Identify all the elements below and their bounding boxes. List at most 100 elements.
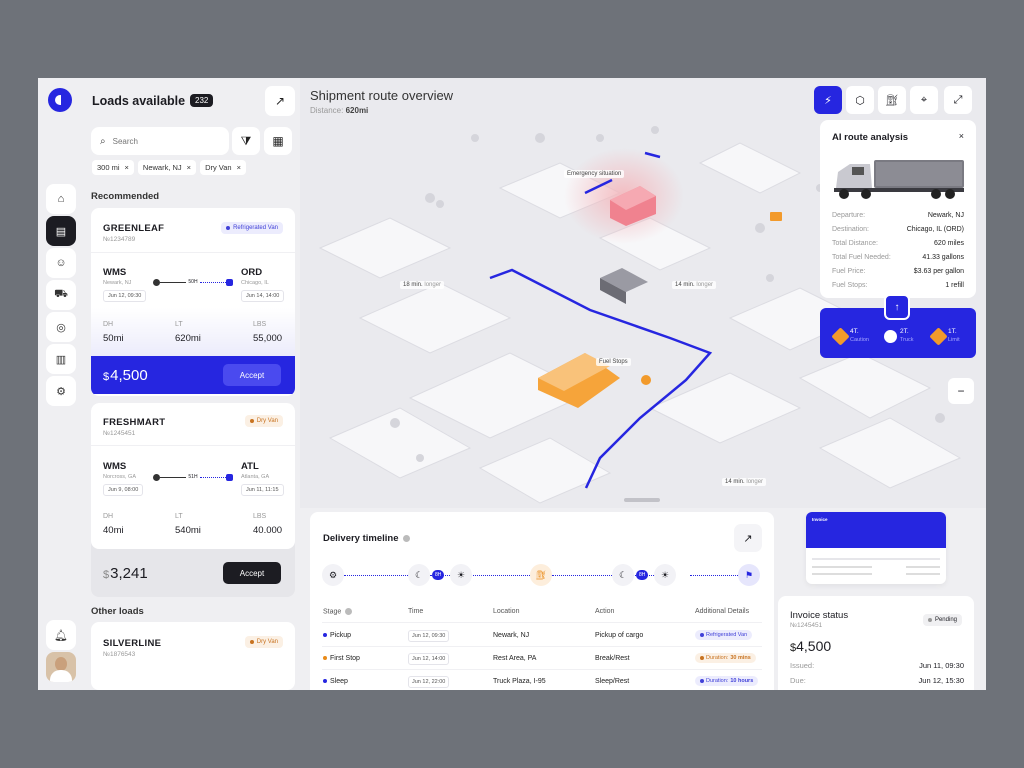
app-window: Loads available 232 ↗ ⌂ ▤ ☺ ⛟ ◎ ▥ ⚙ 🔔︎ ⌕… <box>38 78 986 690</box>
filter-button[interactable]: ⧩ <box>232 127 260 155</box>
accept-button[interactable]: Accept <box>223 562 281 584</box>
ai-row: Total Fuel Needed: 41.33 gallons <box>832 254 964 261</box>
time-cell: Jun 12, 14:00 <box>408 653 450 665</box>
calendar-button[interactable]: ▦ <box>264 127 292 155</box>
nav-home[interactable]: ⌂ <box>46 184 76 214</box>
load-card-silverline[interactable]: SILVERLINE №1876543 Dry Van <box>91 622 295 690</box>
nav-drivers[interactable]: ◎ <box>46 312 76 342</box>
lbs-value: 40.000 <box>253 525 283 536</box>
nav-settings[interactable]: ⚙ <box>46 376 76 406</box>
timeline-title: Delivery timeline <box>323 533 410 544</box>
stage-cell: Pickup <box>323 632 351 639</box>
nav-users[interactable]: ☺ <box>46 248 76 278</box>
load-number: №1876543 <box>103 651 136 658</box>
filter-icon: ⧩ <box>240 133 252 148</box>
invoice-status-panel: Invoice status №1245451 Pending $4,500 I… <box>778 596 974 690</box>
ai-row: Destination: Chicago, IL (ORD) <box>832 226 964 233</box>
destination-date: Jun 11, 11:15 <box>241 484 284 496</box>
day-node: ☀ <box>654 564 676 586</box>
filter-chips: 300 mi × Newark, NJ × Dry Van × <box>92 160 246 175</box>
delivery-timeline-panel: Delivery timeline ↗ ⚙ ☾ 8H ☀ ⛽︎ ☾ 8H ☀ ⚑… <box>310 512 774 690</box>
logo <box>48 88 72 112</box>
search-input[interactable] <box>112 136 213 146</box>
location-tool-button[interactable]: ⌖ <box>910 86 938 114</box>
invoice-preview-title: Invoice <box>812 517 828 522</box>
other-loads-heading: Other loads <box>91 606 144 617</box>
lbs-label: LBS <box>253 321 267 328</box>
time-cell: Jun 12, 22:00 <box>408 676 450 688</box>
warning-icon <box>929 326 948 346</box>
minus-icon: − <box>957 384 965 398</box>
avatar[interactable] <box>46 652 76 682</box>
sun-icon: ☀ <box>456 569 466 580</box>
box-icon: ⬡ <box>855 94 865 107</box>
destination-code: ATL <box>241 461 259 472</box>
filter-chip[interactable]: 300 mi × <box>92 160 134 175</box>
ai-row: Total Distance: 620 miles <box>832 240 964 247</box>
clipboard-icon: ▤ <box>55 225 67 238</box>
flag-icon: ⚑ <box>744 569 754 580</box>
fuel-tool-button[interactable]: ⛽︎ <box>878 86 906 114</box>
fuel-stop-node: ⛽︎ <box>530 564 552 586</box>
route-tool-button[interactable]: ⚡︎ <box>814 86 842 114</box>
ai-row: Departure: Newark, NJ <box>832 212 964 219</box>
page-title: Loads available <box>92 94 186 108</box>
stage-cell: First Stop <box>323 655 360 662</box>
nav-notifications[interactable]: 🔔︎ <box>46 620 76 650</box>
dh-label: DH <box>103 321 114 328</box>
home-icon: ⌂ <box>57 193 65 205</box>
truck-icon: ⛟ <box>54 288 68 300</box>
load-name: GREENLEAF <box>103 223 165 234</box>
close-icon[interactable]: × <box>959 131 964 141</box>
ai-row: Fuel Stops: 1 refill <box>832 282 964 289</box>
lt-label: LT <box>175 513 183 520</box>
price-bar: $4,500 Accept <box>91 356 295 394</box>
filter-chip[interactable]: Dry Van × <box>200 160 246 175</box>
fullscreen-button[interactable]: ⤢ <box>944 86 972 114</box>
close-icon[interactable]: × <box>187 163 191 172</box>
nav-analytics[interactable]: ▥ <box>46 344 76 374</box>
accept-button[interactable]: Accept <box>223 364 281 386</box>
filter-chip[interactable]: Newark, NJ × <box>137 160 197 175</box>
sidebar-header: Loads available 232 <box>38 78 298 124</box>
origin-date: Jun 9, 08:00 <box>103 484 144 496</box>
collapse-button[interactable]: ↑ <box>884 294 910 320</box>
load-card-greenleaf[interactable]: GREENLEAF №1234789 Refrigerated Van WMS … <box>91 208 295 396</box>
action-cell: Break/Rest <box>595 655 630 662</box>
lt-label: LT <box>175 321 183 328</box>
cargo-tool-button[interactable]: ⬡ <box>846 86 874 114</box>
search-box[interactable]: ⌕ <box>91 127 229 155</box>
eta-label: 14 min. longer <box>722 478 767 486</box>
steering-icon: ◎ <box>56 321 66 334</box>
arrow-up-icon: ↑ <box>894 301 900 313</box>
column-header: Stage <box>323 608 353 615</box>
load-card-freshmart[interactable]: FRESHMART №1245451 Dry Van WMS Norcross,… <box>91 403 295 597</box>
truck-image <box>834 160 964 199</box>
moon-icon: ☾ <box>618 569 628 580</box>
detail-pill: Refrigerated Van <box>695 630 753 640</box>
open-loads-button[interactable]: ↗ <box>265 86 295 116</box>
route-line: 51H <box>153 472 233 482</box>
detail-pill: Duration: 30 mins <box>695 653 756 663</box>
truck-badge: 2T. Truck <box>884 328 914 344</box>
trailer-tag: Dry Van <box>244 636 283 648</box>
close-icon[interactable]: × <box>237 163 241 172</box>
close-icon[interactable]: × <box>125 163 129 172</box>
route-map[interactable]: Shipment route overview Distance: 620mi … <box>300 78 986 508</box>
expand-timeline-button[interactable]: ↗ <box>734 524 762 552</box>
caution-badge: 4T. Caution <box>831 326 869 346</box>
nav-fleet[interactable]: ⛟ <box>46 280 76 310</box>
zoom-out-button[interactable]: − <box>948 378 974 404</box>
detail-pill: Duration: 10 hours <box>695 676 759 686</box>
load-price: $3,241 <box>103 564 148 582</box>
route-line: 50H <box>153 277 233 287</box>
load-name: SILVERLINE <box>103 638 162 649</box>
origin-date: Jun 12, 09:30 <box>103 290 147 302</box>
map-distance: Distance: 620mi <box>310 106 369 115</box>
nav-loads[interactable]: ▤ <box>46 216 76 246</box>
location-cell: Rest Area, PA <box>493 655 537 662</box>
invoice-preview[interactable]: Invoice <box>806 512 946 584</box>
emergency-label: Emergency situation <box>564 170 625 178</box>
due-row: Due: Jun 12, 15:30 <box>790 676 964 685</box>
limit-badge: 1T. Limit <box>929 326 960 346</box>
